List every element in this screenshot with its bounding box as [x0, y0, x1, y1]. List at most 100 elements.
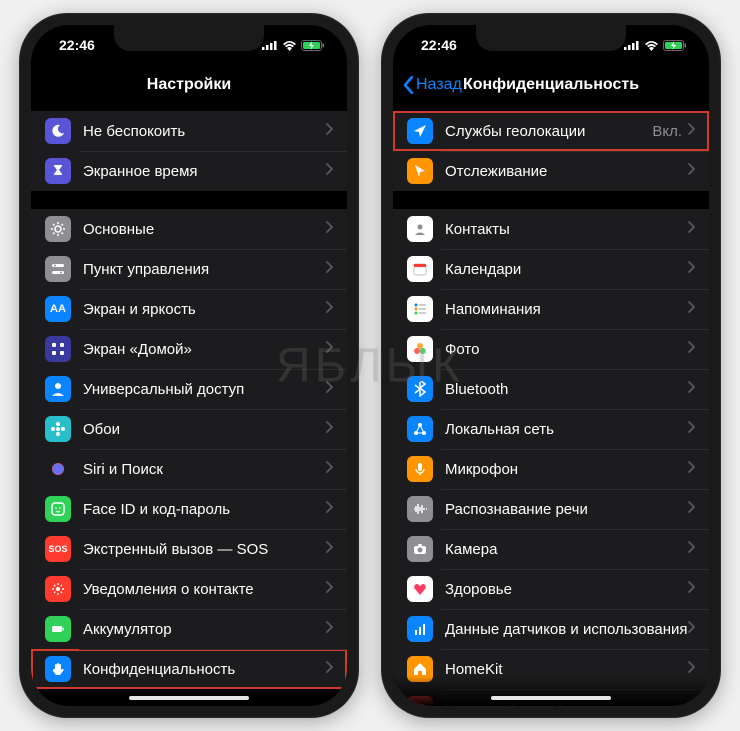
chevron-right-icon	[688, 460, 695, 478]
chevron-right-icon	[688, 122, 695, 140]
page-title: Настройки	[147, 76, 231, 94]
settings-list-left[interactable]: Не беспокоить Экранное время Основные Пункт…	[31, 105, 347, 706]
settings-row[interactable]: Siri и Поиск	[31, 449, 347, 489]
settings-row[interactable]: Аккумулятор	[31, 609, 347, 649]
settings-row[interactable]: Face ID и код-пароль	[31, 489, 347, 529]
homekit-icon	[407, 656, 433, 682]
settings-row[interactable]: Микрофон	[393, 449, 709, 489]
row-label: Медиа и Apple Music	[445, 701, 688, 707]
settings-row[interactable]: Распознавание речи	[393, 489, 709, 529]
status-icons	[624, 40, 687, 51]
settings-row[interactable]: Напоминания	[393, 289, 709, 329]
settings-row[interactable]: Основные	[31, 209, 347, 249]
calendar-icon	[407, 256, 433, 282]
settings-row[interactable]: Службы геолокацииВкл.	[393, 111, 709, 151]
status-icons	[262, 40, 325, 51]
AA-icon: AA	[45, 296, 71, 322]
SOS-icon: SOS	[45, 536, 71, 562]
back-button[interactable]: Назад	[403, 76, 462, 94]
row-label: Универсальный доступ	[83, 381, 326, 398]
settings-row[interactable]: Универсальный доступ	[31, 369, 347, 409]
wifi-icon	[644, 40, 659, 51]
chevron-right-icon	[688, 540, 695, 558]
row-label: Bluetooth	[445, 381, 688, 398]
row-label: Уведомления о контакте	[83, 581, 326, 598]
phone-right: 22:46 Назад Конфиденциальность Службы ге…	[381, 13, 721, 718]
row-label: Экранное время	[83, 163, 326, 180]
row-label: Конфиденциальность	[83, 661, 326, 678]
chevron-right-icon	[326, 460, 333, 478]
chevron-right-icon	[326, 540, 333, 558]
settings-row[interactable]: Здоровье	[393, 569, 709, 609]
screen-left: 22:46 Настройки Не беспокоитьЭкранное вр…	[31, 25, 347, 706]
chevron-right-icon	[688, 660, 695, 678]
chevron-right-icon	[688, 500, 695, 518]
row-label: Обои	[83, 421, 326, 438]
settings-row[interactable]: Пункт управления	[31, 249, 347, 289]
chevron-right-icon	[688, 340, 695, 358]
settings-row[interactable]: Экран «Домой»	[31, 329, 347, 369]
row-label: Службы геолокации	[445, 123, 652, 140]
settings-list-right[interactable]: Службы геолокацииВкл.ОтслеживаниеКонтакт…	[393, 105, 709, 706]
settings-row[interactable]: Не беспокоить	[31, 111, 347, 151]
chevron-right-icon	[326, 660, 333, 678]
row-label: Камера	[445, 541, 688, 558]
switches-icon	[45, 256, 71, 282]
row-value: Вкл.	[652, 123, 682, 140]
sensors-icon	[407, 616, 433, 642]
notch	[476, 25, 626, 51]
settings-section: КонтактыКалендариНапоминания Фото Bluetoot…	[393, 209, 709, 706]
waveform-icon	[407, 496, 433, 522]
chevron-right-icon	[688, 380, 695, 398]
settings-row[interactable]: Обои	[31, 409, 347, 449]
settings-row[interactable]: Отслеживание	[393, 151, 709, 191]
settings-row[interactable]: HomeKit	[393, 649, 709, 689]
settings-row[interactable]: Локальная сеть	[393, 409, 709, 449]
mic-icon	[407, 456, 433, 482]
chevron-right-icon	[688, 300, 695, 318]
status-time: 22:46	[421, 37, 457, 53]
back-label: Назад	[416, 76, 462, 94]
settings-row[interactable]: Камера	[393, 529, 709, 569]
network-icon	[407, 416, 433, 442]
chevron-right-icon	[688, 420, 695, 438]
settings-section: Службы геолокацииВкл.Отслеживание	[393, 111, 709, 191]
hand-icon	[45, 656, 71, 682]
chevron-right-icon	[688, 620, 695, 638]
settings-row[interactable]: Календари	[393, 249, 709, 289]
row-label: Экстренный вызов — SOS	[83, 541, 326, 558]
settings-row[interactable]: AAЭкран и яркость	[31, 289, 347, 329]
settings-row[interactable]: Фото	[393, 329, 709, 369]
screen-right: 22:46 Назад Конфиденциальность Службы ге…	[393, 25, 709, 706]
chevron-right-icon	[326, 122, 333, 140]
settings-row[interactable]: Уведомления о контакте	[31, 569, 347, 609]
settings-row[interactable]: Экранное время	[31, 151, 347, 191]
settings-row[interactable]: Bluetooth	[393, 369, 709, 409]
row-label: Face ID и код-пароль	[83, 501, 326, 518]
nav-bar-right: Назад Конфиденциальность	[393, 65, 709, 105]
chevron-right-icon	[326, 580, 333, 598]
row-label: Не беспокоить	[83, 123, 326, 140]
row-label: Микрофон	[445, 461, 688, 478]
row-label: Фото	[445, 341, 688, 358]
settings-row[interactable]: Данные датчиков и использования	[393, 609, 709, 649]
chevron-right-icon	[326, 620, 333, 638]
settings-row[interactable]: SOS Экстренный вызов — SOS	[31, 529, 347, 569]
settings-row[interactable]: Конфиденциальность	[31, 649, 347, 689]
chevron-right-icon	[688, 260, 695, 278]
home-indicator[interactable]	[491, 696, 611, 700]
settings-row[interactable]: Контакты	[393, 209, 709, 249]
notch	[114, 25, 264, 51]
chevron-right-icon	[326, 420, 333, 438]
chevron-right-icon	[688, 580, 695, 598]
row-label: Здоровье	[445, 581, 688, 598]
hourglass-icon	[45, 158, 71, 184]
arrow-pointer-icon	[407, 158, 433, 184]
health-icon	[407, 576, 433, 602]
chevron-right-icon	[326, 340, 333, 358]
chevron-right-icon	[326, 220, 333, 238]
bluetooth-icon	[407, 376, 433, 402]
home-indicator[interactable]	[129, 696, 249, 700]
row-label: Пункт управления	[83, 261, 326, 278]
location-icon	[407, 118, 433, 144]
